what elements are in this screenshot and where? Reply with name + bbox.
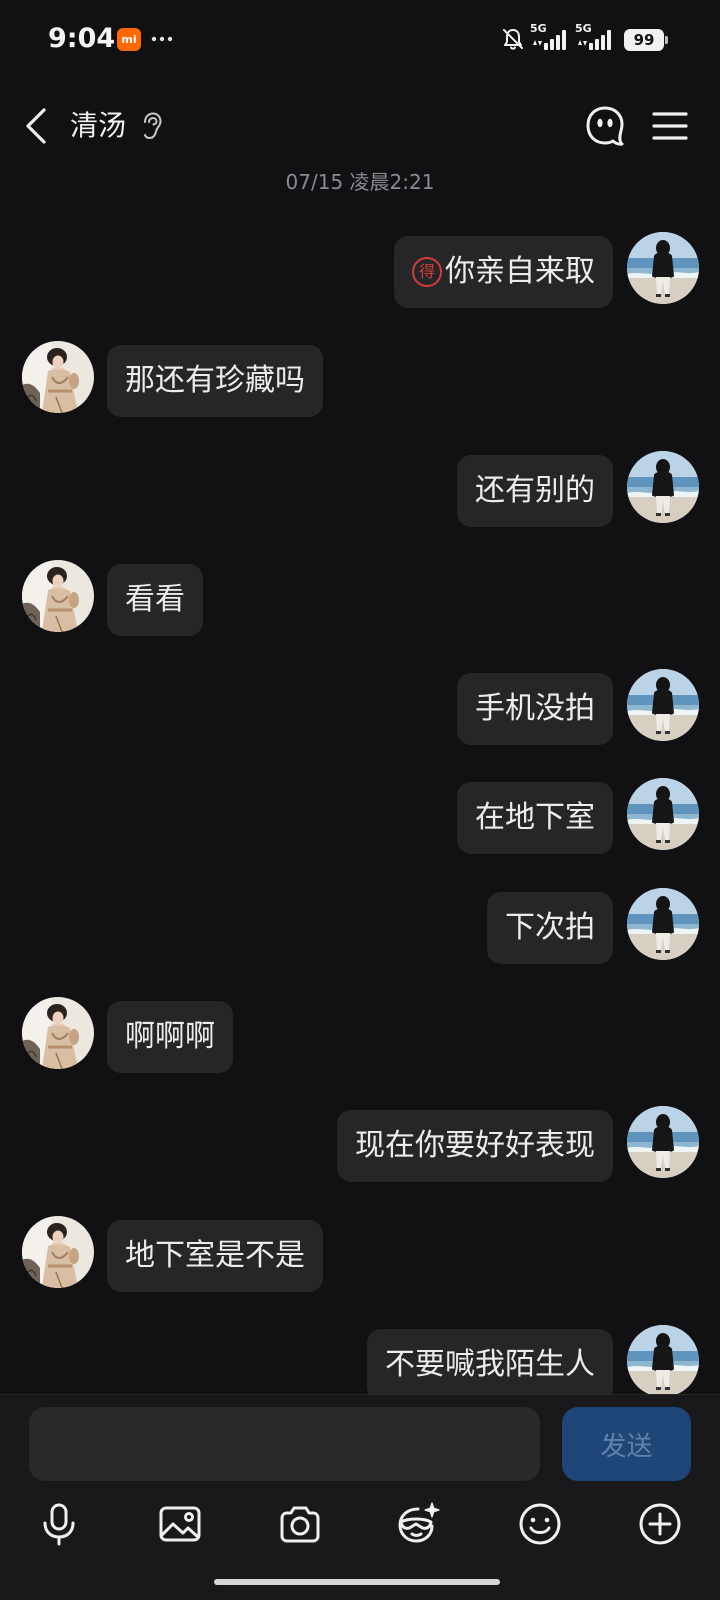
my-avatar-image xyxy=(627,232,699,304)
mask-sparkle-icon xyxy=(398,1502,440,1543)
message-bubble[interactable]: 得 你亲自来取 xyxy=(394,236,613,308)
message-text: 看看 xyxy=(125,581,185,617)
message-row-outgoing: 不要喊我陌生人 xyxy=(0,1325,720,1394)
menu-button[interactable] xyxy=(652,110,688,142)
my-avatar-image xyxy=(627,669,699,741)
my-avatar[interactable] xyxy=(627,232,699,304)
signal-5g-icon: 5G xyxy=(575,23,615,52)
message-row-incoming: 地下室是不是 xyxy=(0,1216,720,1292)
message-text: 不要喊我陌生人 xyxy=(385,1346,595,1382)
back-button[interactable] xyxy=(24,106,50,146)
message-text: 现在你要好好表现 xyxy=(355,1128,595,1164)
contact-avatar[interactable] xyxy=(22,560,94,632)
message-bubble[interactable]: 还有别的 xyxy=(457,454,613,527)
message-bubble[interactable]: 在地下室 xyxy=(457,782,613,855)
contact-avatar[interactable] xyxy=(22,1216,94,1288)
my-avatar[interactable] xyxy=(627,1325,699,1394)
signal-bars-icon xyxy=(533,30,566,50)
message-input[interactable] xyxy=(29,1407,540,1481)
xiaomi-logo-icon: mi xyxy=(117,28,141,51)
message-bubble[interactable]: 下次拍 xyxy=(487,891,613,964)
my-avatar[interactable] xyxy=(627,778,699,850)
emoji-button[interactable] xyxy=(516,1500,564,1548)
composer-panel: 发送 xyxy=(0,1394,720,1600)
message-bubble[interactable]: 手机没拍 xyxy=(457,673,613,746)
stamp-emoji: 得 xyxy=(412,257,442,287)
signal-5g-icon: 5G xyxy=(530,23,570,52)
more-dots-icon xyxy=(151,36,173,42)
message-row-outgoing: 还有别的 xyxy=(0,451,720,527)
contact-avatar[interactable] xyxy=(22,997,94,1069)
contact-avatar-image xyxy=(22,341,94,413)
my-avatar[interactable] xyxy=(627,888,699,960)
chat-screen: 9:04 mi 5G 5G 99 清汤 07/15 凌晨2:21 得 你亲自来取… xyxy=(0,0,720,1600)
battery-icon: 99 xyxy=(624,29,664,51)
my-avatar-image xyxy=(627,1325,699,1394)
message-text: 还有别的 xyxy=(475,472,595,508)
chat-header: 清汤 xyxy=(0,80,720,160)
status-bar: 9:04 mi 5G 5G 99 xyxy=(0,0,720,80)
message-list[interactable]: 07/15 凌晨2:21 得 你亲自来取 那还有珍藏吗 还有别的 看看 手机没拍… xyxy=(0,160,720,1394)
signal-bars-icon xyxy=(578,30,611,50)
my-avatar[interactable] xyxy=(627,1106,699,1178)
send-button[interactable]: 发送 xyxy=(562,1407,691,1481)
ghost-face-icon xyxy=(586,106,624,146)
message-row-outgoing: 现在你要好好表现 xyxy=(0,1106,720,1183)
message-text: 手机没拍 xyxy=(475,691,595,727)
camera-button[interactable] xyxy=(276,1500,324,1548)
message-bubble[interactable]: 地下室是不是 xyxy=(107,1219,323,1292)
message-row-outgoing: 下次拍 xyxy=(0,888,720,964)
message-bubble[interactable]: 不要喊我陌生人 xyxy=(367,1328,613,1394)
my-avatar-image xyxy=(627,778,699,850)
my-avatar-image xyxy=(627,451,699,523)
plus-circle-icon xyxy=(639,1503,681,1545)
mic-icon xyxy=(43,1503,75,1546)
message-text: 那还有珍藏吗 xyxy=(125,363,305,399)
ear-icon xyxy=(144,112,162,140)
contact-avatar-image xyxy=(22,560,94,632)
my-avatar[interactable] xyxy=(627,451,699,523)
message-text: 地下室是不是 xyxy=(125,1237,305,1273)
message-row-outgoing: 在地下室 xyxy=(0,778,720,855)
message-bubble[interactable]: 现在你要好好表现 xyxy=(337,1110,613,1183)
status-time: 9:04 xyxy=(48,23,116,54)
message-rows: 得 你亲自来取 那还有珍藏吗 还有别的 看看 手机没拍 在地下室 下次拍 啊啊啊… xyxy=(0,232,720,1394)
my-avatar[interactable] xyxy=(627,669,699,741)
my-avatar-image xyxy=(627,888,699,960)
message-row-outgoing: 手机没拍 xyxy=(0,669,720,746)
my-avatar-image xyxy=(627,1106,699,1178)
message-bubble[interactable]: 那还有珍藏吗 xyxy=(107,345,323,418)
message-bubble[interactable]: 看看 xyxy=(107,563,203,636)
message-row-incoming: 啊啊啊 xyxy=(0,997,720,1074)
chat-title[interactable]: 清汤 xyxy=(70,108,126,144)
message-row-incoming: 那还有珍藏吗 xyxy=(0,341,720,418)
anonymous-mode-button[interactable] xyxy=(584,105,626,147)
contact-avatar-image xyxy=(22,1216,94,1288)
contact-avatar[interactable] xyxy=(22,341,94,413)
message-row-outgoing: 得 你亲自来取 xyxy=(0,232,720,308)
photo-album-button[interactable] xyxy=(156,1500,204,1548)
bell-off-icon xyxy=(503,29,523,50)
menu-icon xyxy=(652,112,688,140)
message-text: 啊啊啊 xyxy=(125,1019,215,1055)
smile-icon xyxy=(519,1503,561,1545)
back-chevron-icon xyxy=(26,108,46,144)
image-icon xyxy=(159,1506,201,1542)
battery-nub xyxy=(665,36,668,44)
message-text: 在地下室 xyxy=(475,800,595,836)
message-timestamp: 07/15 凌晨2:21 xyxy=(285,170,435,194)
message-bubble[interactable]: 啊啊啊 xyxy=(107,1001,233,1074)
contact-avatar-image xyxy=(22,997,94,1069)
voice-button[interactable] xyxy=(35,1500,83,1548)
home-indicator[interactable] xyxy=(214,1579,500,1585)
message-text: 下次拍 xyxy=(505,909,595,945)
camera-icon xyxy=(280,1506,320,1543)
earpiece-mode-indicator xyxy=(140,112,162,140)
message-text: 你亲自来取 xyxy=(445,254,595,289)
message-row-incoming: 看看 xyxy=(0,560,720,636)
expression-mask-button[interactable] xyxy=(394,1500,442,1548)
more-actions-button[interactable] xyxy=(636,1500,684,1548)
